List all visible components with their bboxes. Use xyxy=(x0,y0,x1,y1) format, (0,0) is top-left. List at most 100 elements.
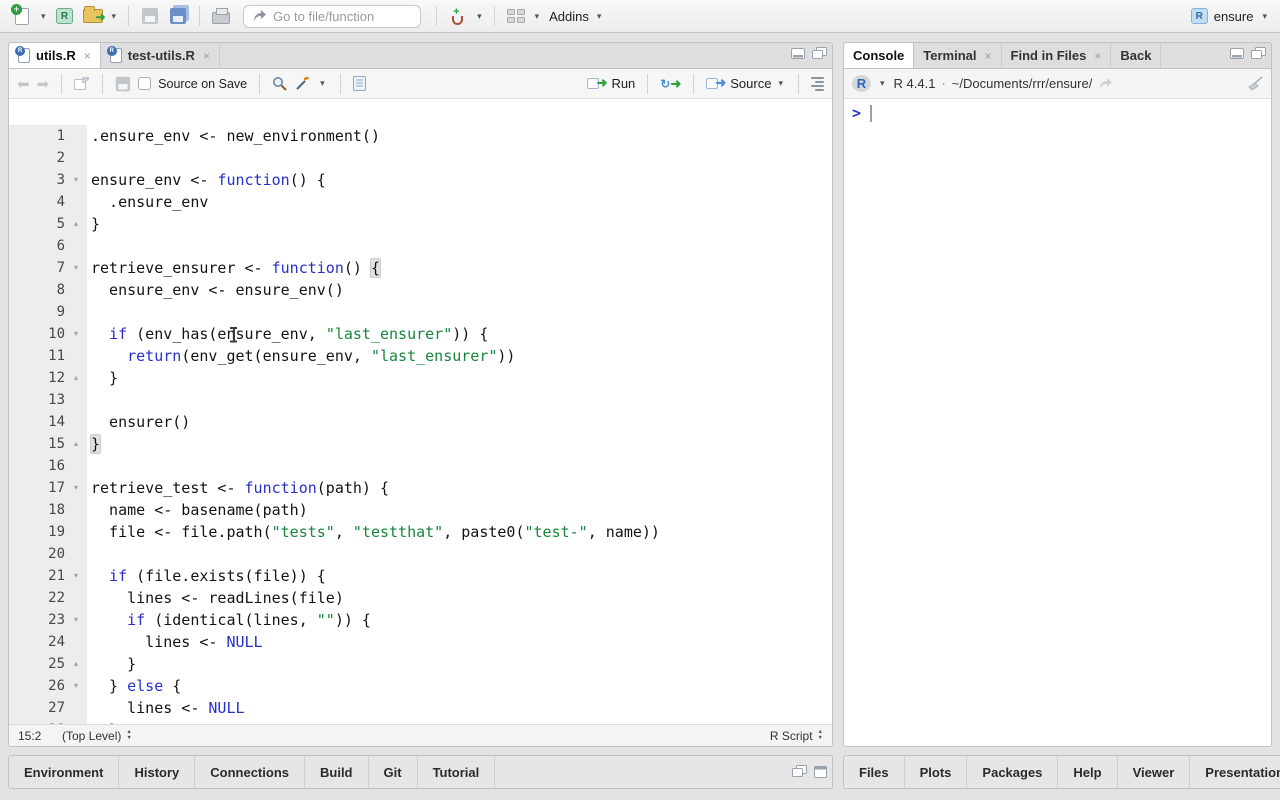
minimize-pane-icon[interactable] xyxy=(791,48,805,59)
forward-icon[interactable]: ➡ xyxy=(37,75,50,93)
search-icon[interactable] xyxy=(272,76,287,91)
code-line[interactable]: 18 name <- basename(path) xyxy=(9,499,832,521)
run-button[interactable]: ➜ Run xyxy=(587,76,635,91)
code-line[interactable]: 15▴ } xyxy=(9,433,832,455)
code-line[interactable]: 24 lines <- NULL xyxy=(9,631,832,653)
tab-help[interactable]: Help xyxy=(1058,756,1117,788)
compile-report-icon[interactable] xyxy=(353,76,366,91)
file-type-selector[interactable]: R Script ▲▼ xyxy=(770,729,823,743)
code-line[interactable]: 23▾ if (identical(lines, "")) { xyxy=(9,609,832,631)
code-line[interactable]: 8 ensure_env <- ensure_env() xyxy=(9,279,832,301)
tab-viewer[interactable]: Viewer xyxy=(1118,756,1191,788)
code-editor[interactable]: 1 .ensure_env <- new_environment() 2 3▾ … xyxy=(9,125,832,724)
source-dropdown-icon[interactable]: ▾ xyxy=(775,78,786,89)
editor-tab-utils.R[interactable]: R utils.R × xyxy=(9,43,101,68)
fold-toggle-icon[interactable]: ▾ xyxy=(65,323,87,345)
tab-environment[interactable]: Environment xyxy=(9,756,119,788)
editor-tab-test-utils.R[interactable]: R test-utils.R × xyxy=(101,43,220,68)
fold-toggle-icon[interactable]: ▴ xyxy=(65,653,87,675)
restore-pane-icon[interactable] xyxy=(792,765,807,778)
open-file-button[interactable]: ➜ xyxy=(81,3,105,29)
code-line[interactable]: 5▴ } xyxy=(9,213,832,235)
code-line[interactable]: 6 xyxy=(9,235,832,257)
close-tab-icon[interactable]: × xyxy=(985,49,992,63)
popout-window-icon[interactable] xyxy=(74,77,90,90)
code-line[interactable]: 16 xyxy=(9,455,832,477)
close-tab-icon[interactable]: × xyxy=(84,49,91,63)
code-line[interactable]: 14 ensurer() xyxy=(9,411,832,433)
code-line[interactable]: 21▾ if (file.exists(file)) { xyxy=(9,565,832,587)
r-version-dropdown-icon[interactable]: ▾ xyxy=(877,78,888,89)
tab-git[interactable]: Git xyxy=(369,756,418,788)
console-tab-Find in Files[interactable]: Find in Files × xyxy=(1002,43,1112,68)
fold-toggle-icon[interactable]: ▴ xyxy=(65,367,87,389)
save-button[interactable] xyxy=(138,3,162,29)
code-line[interactable]: 17▾ retrieve_test <- function(path) { xyxy=(9,477,832,499)
addins-menu[interactable]: Addins ▾ xyxy=(546,9,607,24)
version-control-button[interactable]: + xyxy=(446,3,470,29)
code-line[interactable]: 25▴ } xyxy=(9,653,832,675)
new-file-dropdown-icon[interactable]: ▾ xyxy=(38,11,49,22)
code-line[interactable]: 9 xyxy=(9,301,832,323)
close-tab-icon[interactable]: × xyxy=(1094,49,1101,63)
console-output[interactable]: > xyxy=(844,99,1271,746)
code-line[interactable]: 27 lines <- NULL xyxy=(9,697,832,719)
tab-packages[interactable]: Packages xyxy=(967,756,1058,788)
fold-toggle-icon[interactable]: ▾ xyxy=(65,609,87,631)
console-tab-Back[interactable]: Back xyxy=(1111,43,1161,68)
code-line[interactable]: 7▾ retrieve_ensurer <- function() { xyxy=(9,257,832,279)
save-file-icon[interactable] xyxy=(116,76,130,90)
code-line[interactable]: 4 .ensure_env xyxy=(9,191,832,213)
working-directory[interactable]: ~/Documents/rrr/ensure/ xyxy=(952,76,1093,91)
fold-toggle-icon[interactable]: ▴ xyxy=(65,433,87,455)
maximize-pane-icon[interactable] xyxy=(812,47,827,60)
tab-plots[interactable]: Plots xyxy=(905,756,968,788)
goto-file-input[interactable] xyxy=(273,9,393,24)
goto-file-search[interactable] xyxy=(243,5,421,28)
tab-history[interactable]: History xyxy=(119,756,195,788)
tab-files[interactable]: Files xyxy=(844,756,905,788)
document-outline-icon[interactable] xyxy=(811,77,824,91)
console-tab-Console[interactable]: Console xyxy=(844,43,914,68)
code-line[interactable]: 22 lines <- readLines(file) xyxy=(9,587,832,609)
code-line[interactable]: 10▾ if (env_has(ensure_env, "last_ensure… xyxy=(9,323,832,345)
code-line[interactable]: 12▴ } xyxy=(9,367,832,389)
code-line[interactable]: 3▾ ensure_env <- function() { xyxy=(9,169,832,191)
project-menu[interactable]: R ensure ▾ xyxy=(1191,8,1270,24)
console-prompt-line[interactable]: > xyxy=(852,102,1263,124)
code-line[interactable]: 26▾ } else { xyxy=(9,675,832,697)
code-line[interactable]: 20 xyxy=(9,543,832,565)
tab-tutorial[interactable]: Tutorial xyxy=(418,756,496,788)
magic-wand-icon[interactable] xyxy=(294,76,310,91)
fold-toggle-icon[interactable]: ▾ xyxy=(65,257,87,279)
clear-console-icon[interactable] xyxy=(1246,76,1263,91)
print-button[interactable] xyxy=(209,3,233,29)
code-line[interactable]: 11 return(env_get(ensure_env, "last_ensu… xyxy=(9,345,832,367)
version-control-dropdown-icon[interactable]: ▾ xyxy=(474,11,485,22)
new-file-button[interactable]: + xyxy=(10,3,34,29)
fold-toggle-icon[interactable]: ▾ xyxy=(65,675,87,697)
maximize-pane-icon[interactable] xyxy=(1251,47,1266,60)
code-line[interactable]: 19 file <- file.path("tests", "testthat"… xyxy=(9,521,832,543)
panes-dropdown-icon[interactable]: ▾ xyxy=(532,11,543,22)
new-project-button[interactable]: R xyxy=(53,3,77,29)
fold-toggle-icon[interactable]: ▴ xyxy=(65,213,87,235)
back-icon[interactable]: ⬅ xyxy=(17,75,30,93)
code-line[interactable]: 2 xyxy=(9,147,832,169)
wand-dropdown-icon[interactable]: ▾ xyxy=(317,78,328,89)
open-recent-dropdown-icon[interactable]: ▾ xyxy=(109,11,120,22)
tab-presentation[interactable]: Presentation xyxy=(1190,756,1280,788)
rerun-button[interactable]: ↻ ➜ xyxy=(660,76,681,92)
source-button[interactable]: ➜ Source ▾ xyxy=(706,76,786,91)
fold-toggle-icon[interactable]: ▾ xyxy=(65,477,87,499)
fold-toggle-icon[interactable]: ▾ xyxy=(65,169,87,191)
scope-selector[interactable]: (Top Level) ▲▼ xyxy=(62,729,132,743)
tab-connections[interactable]: Connections xyxy=(195,756,305,788)
maximize-pane-icon[interactable] xyxy=(814,766,827,778)
fold-toggle-icon[interactable]: ▾ xyxy=(65,565,87,587)
console-tab-Terminal[interactable]: Terminal × xyxy=(914,43,1001,68)
source-on-save-checkbox[interactable] xyxy=(138,77,151,90)
minimize-pane-icon[interactable] xyxy=(1230,48,1244,59)
workspace-panes-button[interactable] xyxy=(504,3,528,29)
tab-build[interactable]: Build xyxy=(305,756,369,788)
